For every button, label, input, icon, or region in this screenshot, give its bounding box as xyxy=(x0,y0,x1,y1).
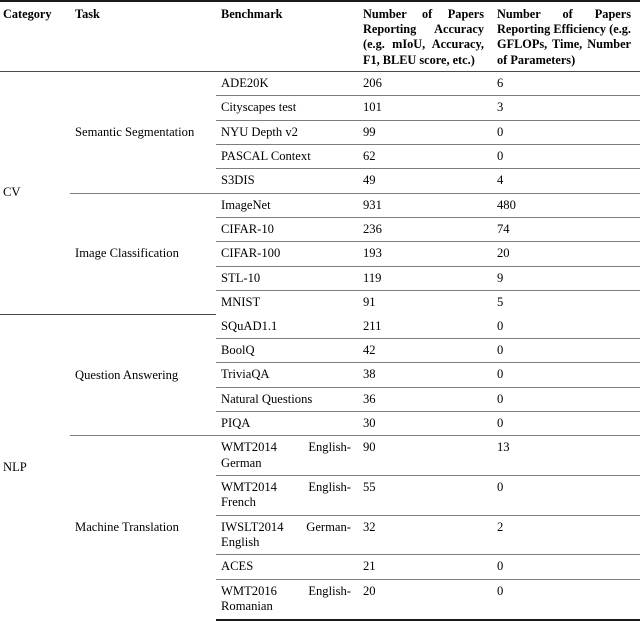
benchmark-cell: CIFAR-10 xyxy=(216,217,361,242)
benchmark-cell: SQuAD1.1 xyxy=(221,318,278,333)
efficiency-count-cell: 0 xyxy=(495,475,640,516)
column-header-efficiency: Number of Papers Reporting Efficiency (e… xyxy=(497,7,631,67)
efficiency-count-cell: 20 xyxy=(495,241,640,267)
benchmark-cell: CIFAR-100 xyxy=(216,241,361,267)
efficiency-count-cell: 0 xyxy=(495,554,640,580)
efficiency-count-cell: 0 xyxy=(495,337,640,363)
column-header-category: Category xyxy=(3,7,52,21)
benchmark-cell: WMT2014 English-French xyxy=(216,475,361,516)
efficiency-count-cell: 74 xyxy=(495,217,640,242)
benchmark-cell: WMT2014 English-German xyxy=(216,435,361,476)
task-cell: Question Answering xyxy=(70,314,216,436)
accuracy-count-cell: 119 xyxy=(361,265,495,291)
accuracy-count-cell: 90 xyxy=(361,435,495,476)
benchmark-cell: IWSLT2014 German-English xyxy=(216,514,361,555)
efficiency-count-cell: 6 xyxy=(497,75,504,90)
table-row: Image Classification ImageNet 931 480 xyxy=(0,192,640,315)
benchmark-cell: S3DIS xyxy=(216,168,361,194)
accuracy-count-cell: 91 xyxy=(361,290,495,315)
benchmark-cell: Natural Questions xyxy=(216,386,361,412)
benchmark-cell: BoolQ xyxy=(216,337,361,363)
accuracy-count-cell: 38 xyxy=(361,362,495,388)
task-cell: Machine Translation xyxy=(70,435,216,620)
column-header-accuracy: Number of Papers Reporting Accuracy (e.g… xyxy=(363,7,484,67)
benchmark-cell: MNIST xyxy=(216,290,361,315)
accuracy-count-cell: 32 xyxy=(361,514,495,555)
column-header-task: Task xyxy=(75,7,100,21)
benchmark-cell: Cityscapes test xyxy=(216,95,361,121)
efficiency-count-cell: 0 xyxy=(495,144,640,169)
table: Category Task Benchmark Number of Papers… xyxy=(0,0,640,621)
task-cell: Semantic Segmentation xyxy=(75,124,195,139)
benchmark-cell: WMT2016 English-Romanian xyxy=(216,578,361,621)
accuracy-count-cell: 49 xyxy=(361,168,495,194)
accuracy-count-cell: 30 xyxy=(361,410,495,436)
efficiency-count-cell: 0 xyxy=(497,318,504,333)
efficiency-count-cell: 0 xyxy=(495,119,640,145)
table-header: Category Task Benchmark Number of Papers… xyxy=(0,1,640,72)
accuracy-count-cell: 193 xyxy=(361,241,495,267)
benchmark-cell: STL-10 xyxy=(216,265,361,291)
accuracy-count-cell: 211 xyxy=(363,318,382,333)
category-cell: CV xyxy=(3,185,21,200)
efficiency-count-cell: 0 xyxy=(495,362,640,388)
accuracy-count-cell: 236 xyxy=(361,217,495,242)
benchmark-cell: PIQA xyxy=(216,410,361,436)
benchmark-statistics-table: Category Task Benchmark Number of Papers… xyxy=(0,0,640,621)
table-row: Machine Translation WMT2014 English-Germa… xyxy=(0,435,640,620)
accuracy-count-cell: 206 xyxy=(363,75,382,90)
accuracy-count-cell: 21 xyxy=(361,554,495,580)
accuracy-count-cell: 55 xyxy=(361,475,495,516)
benchmark-cell: ACES xyxy=(216,554,361,580)
efficiency-count-cell: 2 xyxy=(495,514,640,555)
benchmark-cell: ADE20K xyxy=(221,75,269,90)
table-body: CV Semantic Segmentation ADE20K 206 6 Citysca… xyxy=(0,71,640,621)
accuracy-count-cell: 99 xyxy=(361,119,495,145)
efficiency-count-cell: 480 xyxy=(495,192,640,218)
table-row: CV Semantic Segmentation ADE20K 206 6 xyxy=(0,71,640,199)
benchmark-cell: ImageNet xyxy=(216,192,361,218)
accuracy-count-cell: 62 xyxy=(361,144,495,169)
table-row: NLP Question Answering SQuAD1.1 211 0 xyxy=(0,314,640,620)
efficiency-count-cell: 4 xyxy=(495,168,640,194)
benchmark-cell: NYU Depth v2 xyxy=(216,119,361,145)
benchmark-cell: PASCAL Context xyxy=(216,144,361,169)
efficiency-count-cell: 3 xyxy=(495,95,640,121)
accuracy-count-cell: 42 xyxy=(361,337,495,363)
task-cell: Image Classification xyxy=(70,192,216,315)
accuracy-count-cell: 931 xyxy=(361,192,495,218)
accuracy-count-cell: 36 xyxy=(361,386,495,412)
efficiency-count-cell: 9 xyxy=(495,265,640,291)
benchmark-cell: TriviaQA xyxy=(216,362,361,388)
efficiency-count-cell: 0 xyxy=(495,578,640,621)
efficiency-count-cell: 13 xyxy=(495,435,640,476)
accuracy-count-cell: 101 xyxy=(361,95,495,121)
efficiency-count-cell: 0 xyxy=(495,386,640,412)
efficiency-count-cell: 5 xyxy=(495,290,640,315)
category-cell: NLP xyxy=(0,314,70,620)
column-header-benchmark: Benchmark xyxy=(221,7,283,21)
accuracy-count-cell: 20 xyxy=(361,578,495,621)
header-row: Category Task Benchmark Number of Papers… xyxy=(0,1,640,72)
efficiency-count-cell: 0 xyxy=(495,410,640,436)
